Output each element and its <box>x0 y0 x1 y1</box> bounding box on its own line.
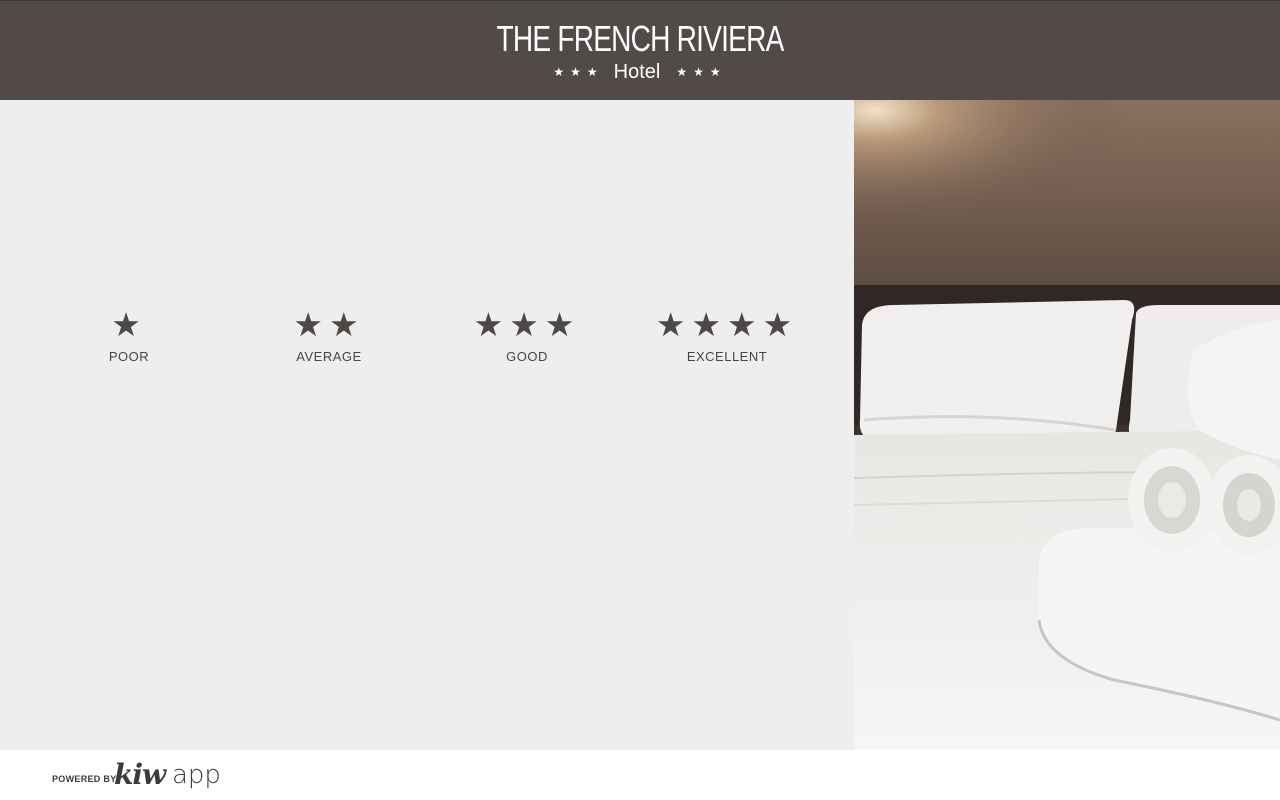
rating-label-good: GOOD <box>506 349 548 364</box>
four-stars-icon: ★★★★ <box>655 305 799 344</box>
rating-option-good[interactable]: ★★★ GOOD <box>427 305 627 364</box>
hotel-subtitle: Hotel <box>613 61 661 83</box>
hotel-title: THE FRENCH RIVIERA <box>496 18 784 59</box>
rating-label-poor: POOR <box>108 349 150 364</box>
logo-stars-right-icon: ★★★ <box>676 65 727 79</box>
app-page: THE FRENCH RIVIERA ★★★ Hotel ★★★ ★ POOR … <box>0 0 1280 800</box>
rating-label-average: AVERAGE <box>296 349 362 364</box>
header-bar: THE FRENCH RIVIERA ★★★ Hotel ★★★ <box>0 0 1280 100</box>
three-stars-icon: ★★★ <box>473 305 581 344</box>
rating-option-poor[interactable]: ★ POOR <box>29 305 229 364</box>
footer-bar: POWERED BY kiw app <box>0 750 1280 800</box>
kiwapp-logo-bold: kiw <box>114 758 166 791</box>
hotel-subtitle-row: ★★★ Hotel ★★★ <box>0 59 1280 85</box>
kiwapp-logo-light: app <box>172 760 221 790</box>
rating-option-average[interactable]: ★★ AVERAGE <box>229 305 429 364</box>
hotel-logo: THE FRENCH RIVIERA ★★★ Hotel ★★★ <box>0 19 1280 85</box>
two-stars-icon: ★★ <box>293 305 365 344</box>
powered-by-label: POWERED BY <box>52 774 117 784</box>
logo-stars-left-icon: ★★★ <box>553 65 604 79</box>
rating-option-excellent[interactable]: ★★★★ EXCELLENT <box>627 305 827 364</box>
rating-panel: ★ POOR ★★ AVERAGE ★★★ GOOD ★★★★ EXCELLEN… <box>0 100 854 750</box>
one-star-icon: ★ <box>111 305 147 344</box>
rating-label-excellent: EXCELLENT <box>686 349 768 364</box>
hotel-bed-photo <box>854 100 1280 750</box>
bed-with-towels-image <box>854 100 1280 750</box>
